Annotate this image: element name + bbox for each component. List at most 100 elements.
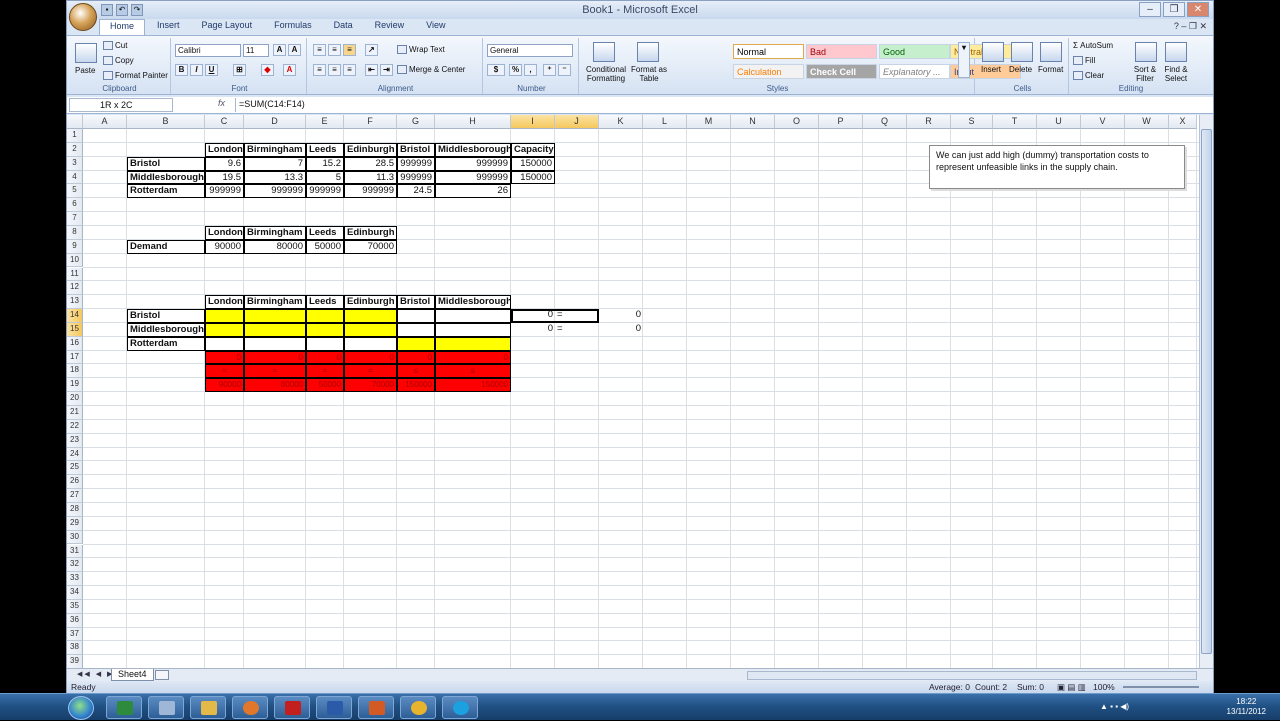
shrink-font-icon[interactable]: A xyxy=(288,44,301,56)
flow-target[interactable]: 80000 xyxy=(244,378,306,393)
row-header-11[interactable]: 11 xyxy=(67,267,83,282)
bold-button[interactable]: B xyxy=(175,64,188,76)
column-header-u[interactable]: U xyxy=(1037,115,1081,129)
cost-header[interactable]: London xyxy=(205,142,244,157)
demand-cell[interactable]: 80000 xyxy=(244,239,306,254)
flow-total[interactable]: 0 xyxy=(435,350,511,365)
row-header-7[interactable]: 7 xyxy=(67,212,83,226)
column-header-c[interactable]: C xyxy=(205,115,244,129)
column-header-g[interactable]: G xyxy=(397,115,435,129)
cut-button[interactable]: Cut xyxy=(103,41,127,51)
cost-cell[interactable]: 24.5 xyxy=(397,184,435,199)
grow-font-icon[interactable]: A xyxy=(273,44,286,56)
wrap-text-button[interactable]: Wrap Text xyxy=(397,45,445,55)
row-header-6[interactable]: 6 xyxy=(67,198,83,213)
cost-header[interactable]: Bristol xyxy=(397,142,435,157)
row-header-3[interactable]: 3 xyxy=(67,156,83,171)
format-as-table-button[interactable]: Format as Table xyxy=(631,65,667,83)
taskbar-program[interactable] xyxy=(148,696,184,719)
cost-row-label[interactable]: Bristol xyxy=(127,156,205,171)
taskbar-powerpoint[interactable] xyxy=(358,696,394,719)
flow-cell[interactable] xyxy=(344,322,397,337)
close-icon[interactable]: ✕ xyxy=(1187,2,1209,17)
column-header-o[interactable]: O xyxy=(775,115,819,129)
flow-cell[interactable] xyxy=(435,309,511,323)
row-header-38[interactable]: 38 xyxy=(67,641,83,656)
flow-sign[interactable]: = xyxy=(306,364,344,379)
cost-cell[interactable]: 19.5 xyxy=(205,170,244,185)
row-header-4[interactable]: 4 xyxy=(67,170,83,185)
font-size-combo[interactable]: 11 xyxy=(243,44,269,57)
format-cells-icon[interactable] xyxy=(1040,42,1062,62)
autosum-button[interactable]: Σ AutoSum xyxy=(1073,41,1113,50)
style-check-cell[interactable]: Check Cell xyxy=(806,64,877,79)
office-button[interactable] xyxy=(69,3,97,31)
tab-data[interactable]: Data xyxy=(324,19,363,35)
cost-cell[interactable]: 7 xyxy=(244,156,306,171)
underline-button[interactable]: U xyxy=(205,64,218,76)
cost-header[interactable]: Leeds xyxy=(306,142,344,157)
vertical-scrollbar[interactable] xyxy=(1199,115,1213,668)
delete-cells-icon[interactable] xyxy=(1011,42,1033,62)
row-header-29[interactable]: 29 xyxy=(67,516,83,531)
tab-page-layout[interactable]: Page Layout xyxy=(192,19,263,35)
insert-function-button[interactable]: fx xyxy=(177,98,231,112)
cost-cell[interactable]: 999999 xyxy=(435,156,511,171)
flow-cell[interactable] xyxy=(205,322,244,337)
taskbar-skype[interactable] xyxy=(442,696,478,719)
cost-cell[interactable]: 26 xyxy=(435,184,511,199)
row-header-1[interactable]: 1 xyxy=(67,129,83,143)
tab-review[interactable]: Review xyxy=(365,19,415,35)
decrease-decimal-icon[interactable]: ⁻ xyxy=(558,64,571,76)
cost-cell[interactable]: 999999 xyxy=(397,170,435,185)
currency-icon[interactable]: $ xyxy=(487,64,505,76)
demand-cell[interactable]: 90000 xyxy=(205,239,244,254)
cost-cell[interactable]: 999999 xyxy=(306,184,344,199)
flow-sign[interactable]: ≤ xyxy=(397,364,435,379)
paste-button[interactable]: Paste xyxy=(75,66,95,75)
flow-row-label[interactable]: Bristol xyxy=(127,309,205,323)
flow-cell[interactable] xyxy=(306,336,344,351)
save-icon[interactable]: ▪ xyxy=(101,4,113,16)
cost-cell[interactable]: 11.3 xyxy=(344,170,397,185)
flow-cell[interactable] xyxy=(397,322,435,337)
cost-cell[interactable]: 999999 xyxy=(205,184,244,199)
taskbar-word[interactable] xyxy=(316,696,352,719)
decrease-indent-icon[interactable]: ⇤ xyxy=(365,64,378,76)
align-middle-icon[interactable]: ≡ xyxy=(328,44,341,56)
demand-header[interactable]: Birmingham xyxy=(244,225,306,240)
flow-total[interactable]: 0 xyxy=(205,350,244,365)
number-format-combo[interactable]: General xyxy=(487,44,573,57)
flow-cell[interactable] xyxy=(344,309,397,323)
copy-button[interactable]: Copy xyxy=(103,56,134,66)
name-box[interactable]: 1R x 2C xyxy=(69,98,173,112)
text-box-note[interactable]: We can just add high (dummy) transportat… xyxy=(929,145,1185,189)
align-bottom-icon[interactable]: ≡ xyxy=(343,44,356,56)
column-header-i[interactable]: I xyxy=(511,115,555,129)
align-right-icon[interactable]: ≡ xyxy=(343,64,356,76)
row-header-22[interactable]: 22 xyxy=(67,419,83,434)
cost-cell[interactable]: 15.2 xyxy=(306,156,344,171)
conditional-formatting-icon[interactable] xyxy=(593,42,615,62)
demand-cell[interactable]: 50000 xyxy=(306,239,344,254)
flow-cell[interactable] xyxy=(435,336,511,351)
column-header-e[interactable]: E xyxy=(306,115,344,129)
delete-button[interactable]: Delete xyxy=(1009,65,1032,74)
cost-cell[interactable]: 999999 xyxy=(397,156,435,171)
insert-sheet-icon[interactable] xyxy=(155,670,169,680)
style-good[interactable]: Good xyxy=(879,44,950,59)
tab-home[interactable]: Home xyxy=(99,19,146,35)
view-buttons-icon[interactable]: ▣ ▤ ▥ xyxy=(1057,681,1086,693)
demand-label[interactable]: Demand xyxy=(127,239,205,254)
cost-cell[interactable]: 150000 xyxy=(511,156,555,171)
styles-scroll-icon[interactable]: ▾ xyxy=(958,42,970,78)
format-as-table-icon[interactable] xyxy=(637,42,659,62)
insert-cells-icon[interactable] xyxy=(982,42,1004,62)
column-header-l[interactable]: L xyxy=(643,115,687,129)
style-normal[interactable]: Normal xyxy=(733,44,804,59)
align-top-icon[interactable]: ≡ xyxy=(313,44,326,56)
supply-total[interactable]: 0 xyxy=(511,323,555,337)
flow-header[interactable]: Edinburgh xyxy=(344,295,397,310)
binoculars-icon[interactable] xyxy=(1165,42,1187,62)
column-header-w[interactable]: W xyxy=(1125,115,1169,129)
